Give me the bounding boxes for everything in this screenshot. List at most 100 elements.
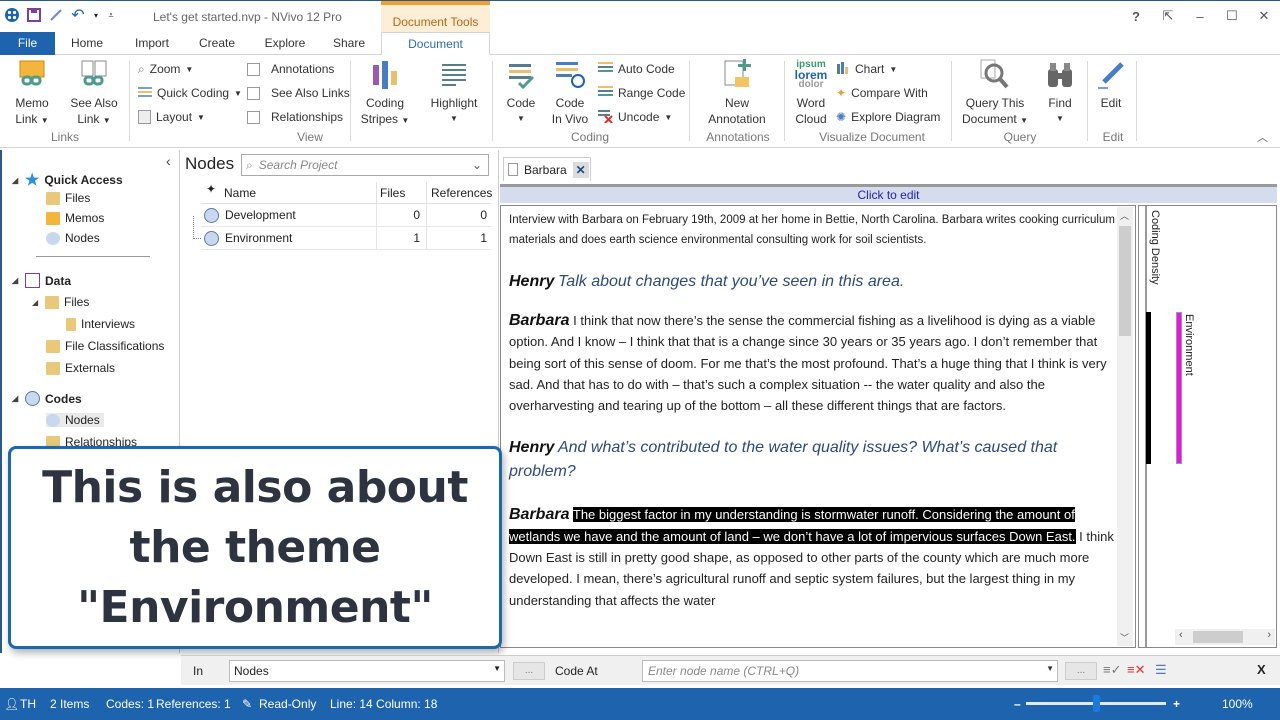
expand-triangle-icon[interactable]: ◢: [32, 298, 40, 307]
annotations-checkbox[interactable]: Annotations: [247, 59, 334, 79]
tab-document[interactable]: Document: [381, 32, 490, 56]
paragraph-henry-1: Henry Talk about changes that you’ve see…: [509, 270, 1115, 294]
column-files[interactable]: Files: [377, 182, 427, 203]
nav-codes[interactable]: ◢ Codes: [12, 391, 82, 406]
see-also-link-button[interactable]: See Also Link ▼: [66, 59, 122, 129]
scrollbar-thumb[interactable]: [1193, 631, 1243, 643]
click-to-edit-bar[interactable]: Click to edit: [500, 184, 1277, 203]
column-references[interactable]: References: [427, 182, 492, 203]
maximize-button[interactable]: ☐: [1216, 5, 1248, 27]
code-selection-icon[interactable]: ≡✓: [1103, 662, 1121, 678]
coding-stripes-button[interactable]: Coding Stripes ▼: [358, 59, 412, 129]
expand-triangle-icon[interactable]: ◢: [12, 276, 20, 285]
zoom-button[interactable]: ⌕ Zoom ▼: [138, 59, 193, 79]
find-button[interactable]: Find ▼: [1042, 59, 1078, 127]
nav-data[interactable]: ◢ Data: [12, 273, 71, 288]
tab-home[interactable]: Home: [58, 32, 116, 55]
save-icon[interactable]: [26, 7, 42, 23]
nav-quick-access[interactable]: ◢ ★ Quick Access: [12, 170, 123, 190]
query-this-document-button[interactable]: Query This Document ▼: [960, 59, 1030, 129]
checkbox[interactable]: [247, 110, 260, 124]
code-button[interactable]: Code ▼: [502, 59, 540, 127]
tab-explore[interactable]: Explore: [256, 32, 314, 55]
close-coding-bar-button[interactable]: X: [1257, 662, 1266, 677]
nav-quick-files[interactable]: Files: [46, 191, 90, 205]
collapse-nav-button[interactable]: ‹: [166, 153, 171, 169]
auto-code-button[interactable]: Auto Code: [598, 59, 675, 79]
horizontal-scrollbar[interactable]: ‹ ›: [1175, 629, 1275, 645]
customize-icon[interactable]: ⩡: [106, 7, 116, 23]
minimize-button[interactable]: –: [1184, 5, 1216, 27]
scroll-up-icon[interactable]: ︿: [1120, 209, 1129, 222]
coding-bar: In Nodes ▼ ... Code At Enter node name (C…: [181, 655, 1280, 685]
column-name[interactable]: Name: [221, 182, 377, 203]
scrollbar-thumb[interactable]: [1119, 226, 1131, 336]
nav-data-files[interactable]: ◢ Files: [32, 295, 89, 309]
table-row[interactable]: Development 0 0: [201, 204, 491, 227]
code-at-browse-button[interactable]: ...: [1065, 662, 1097, 680]
code-in-vivo-button[interactable]: Code In Vivo: [548, 59, 592, 127]
restore-ribbon-button[interactable]: ⇱: [1152, 5, 1184, 27]
expand-triangle-icon[interactable]: ◢: [12, 394, 20, 403]
chart-button[interactable]: Chart ▼: [836, 59, 897, 79]
quick-coding-button[interactable]: Quick Coding ▼: [138, 83, 242, 103]
dropdown-arrow-icon: ▼: [1056, 114, 1064, 123]
nav-quick-nodes[interactable]: Nodes: [46, 231, 100, 245]
checkbox[interactable]: [247, 86, 260, 100]
new-annotation-button[interactable]: New Annotation: [703, 59, 771, 127]
undo-icon[interactable]: ↶: [70, 7, 86, 24]
chevron-down-icon[interactable]: ⌄: [472, 158, 482, 172]
range-code-button[interactable]: Range Code: [598, 83, 685, 103]
zoom-in-button[interactable]: +: [1173, 697, 1180, 711]
layout-button[interactable]: Layout ▼: [138, 107, 205, 127]
close-tab-icon[interactable]: ✕: [572, 161, 589, 178]
compare-with-button[interactable]: ✦ Compare With: [836, 83, 928, 103]
nav-codes-nodes[interactable]: Nodes: [46, 413, 104, 427]
code-in-vivo-selection-icon[interactable]: ☰: [1155, 662, 1167, 678]
nav-file-classifications[interactable]: File Classifications: [46, 339, 164, 353]
search-project-input[interactable]: ⌕ Search Project ⌄: [241, 154, 489, 176]
close-button[interactable]: ✕: [1248, 5, 1280, 27]
tab-share[interactable]: Share: [325, 32, 373, 55]
scroll-right-icon[interactable]: ›: [1267, 629, 1271, 641]
zoom-slider-thumb[interactable]: [1093, 695, 1100, 712]
nav-interviews[interactable]: Interviews: [66, 317, 135, 331]
in-select[interactable]: Nodes ▼: [229, 660, 505, 682]
search-icon: ⌕: [246, 157, 253, 172]
relationships-checkbox[interactable]: Relationships: [247, 107, 343, 127]
coding-stripes-pane: Coding Density Environment ‹ ›: [1138, 205, 1277, 648]
checkbox[interactable]: [247, 62, 260, 76]
see-also-links-checkbox[interactable]: See Also Links: [247, 83, 350, 103]
tab-create[interactable]: Create: [190, 32, 244, 55]
help-button[interactable]: ?: [1120, 5, 1152, 27]
nav-externals[interactable]: Externals: [46, 361, 115, 375]
uncode-button[interactable]: Uncode ▼: [598, 107, 672, 127]
undo-dropdown-icon[interactable]: ▾: [92, 7, 100, 23]
edit-icon[interactable]: [48, 7, 64, 23]
explore-diagram-button[interactable]: ✺ Explore Diagram: [836, 107, 940, 127]
expand-triangle-icon[interactable]: ◢: [12, 176, 20, 185]
uncode-selection-icon[interactable]: ≡✕: [1127, 662, 1145, 678]
edit-button[interactable]: Edit: [1094, 59, 1128, 111]
selected-text[interactable]: The biggest factor in my understanding i…: [509, 507, 1076, 544]
highlight-button[interactable]: Highlight ▼: [425, 59, 483, 127]
nav-quick-access-label: Quick Access: [44, 173, 123, 187]
memo-link-button[interactable]: Memo Link ▼: [8, 59, 56, 129]
zoom-out-button[interactable]: –: [1014, 697, 1021, 711]
scroll-left-icon[interactable]: ‹: [1179, 629, 1183, 641]
nvivo-logo-icon[interactable]: [4, 7, 20, 23]
code-at-input[interactable]: Enter node name (CTRL+Q) ▼: [642, 660, 1058, 682]
tab-import[interactable]: Import: [124, 32, 180, 55]
environment-stripe-label[interactable]: Environment: [1183, 314, 1195, 376]
document-tab[interactable]: Barbara ✕: [503, 157, 591, 181]
document-viewer[interactable]: Interview with Barbara on February 19th,…: [500, 205, 1136, 648]
scroll-down-icon[interactable]: ﹀: [1120, 631, 1129, 644]
nav-quick-memos[interactable]: Memos: [46, 211, 104, 225]
divider: [689, 61, 690, 141]
collapse-ribbon-icon[interactable]: ︿: [1257, 129, 1268, 145]
table-row[interactable]: Environment 1 1: [201, 227, 491, 250]
environment-stripe[interactable]: [1176, 312, 1182, 464]
word-cloud-button[interactable]: ipsum lorem dolor Word Cloud: [792, 59, 830, 127]
in-browse-button[interactable]: ...: [513, 662, 545, 680]
tab-file[interactable]: File: [0, 32, 55, 55]
